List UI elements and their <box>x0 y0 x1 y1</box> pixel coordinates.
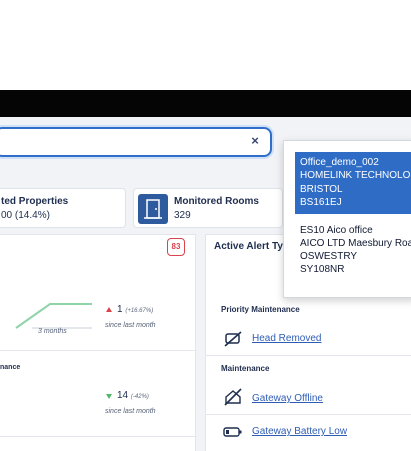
sparkline-period-label: 3 months <box>38 328 67 335</box>
gateway-offline-icon <box>223 388 243 411</box>
dropdown-option-line[interactable]: SY108NR <box>300 264 344 276</box>
trend-since-label: since last month <box>105 408 156 415</box>
dropdown-option-line[interactable]: BS161EJ <box>300 197 342 209</box>
door-icon <box>138 194 168 224</box>
section-title: nance <box>0 364 21 371</box>
trend-since-label: since last month <box>105 322 156 329</box>
trend-up-icon <box>106 307 112 312</box>
alert-link-gateway-battery-low[interactable]: Gateway Battery Low <box>252 426 347 437</box>
kpi-title: ted Properties <box>1 196 69 207</box>
trend-value: 1 (+16.67%) <box>117 304 154 315</box>
battery-low-icon <box>223 425 243 443</box>
top-app-bar <box>0 90 411 117</box>
monitored-rooms-card: Monitored Rooms 329 <box>133 188 283 228</box>
head-removed-icon <box>223 330 243 353</box>
dropdown-option-line[interactable]: HOMELINK TECHNOLO <box>300 170 410 182</box>
clear-search-icon[interactable]: × <box>248 134 262 148</box>
alert-count-badge[interactable]: 83 <box>167 238 185 256</box>
alert-group-label: Maintenance <box>221 364 270 373</box>
dropdown-option-line[interactable]: AICO LTD Maesbury Roa <box>300 238 411 250</box>
alert-group-label: Priority Maintenance <box>221 305 300 314</box>
alerts-summary-panel <box>0 234 196 451</box>
panel-divider <box>0 436 196 437</box>
alert-link-gateway-offline[interactable]: Gateway Offline <box>252 393 323 404</box>
trend-value: 14 (-42%) <box>117 390 149 401</box>
dropdown-option-line[interactable]: Office_demo_002 <box>300 157 379 169</box>
panel-divider <box>205 355 411 356</box>
property-search-input[interactable] <box>0 127 272 157</box>
panel-divider <box>0 350 196 351</box>
alert-link-head-removed[interactable]: Head Removed <box>252 333 321 344</box>
kpi-value: 00 (14.4%) <box>1 210 50 221</box>
monitored-properties-card: ted Properties 00 (14.4%) <box>0 188 126 228</box>
dropdown-option-line[interactable]: ES10 Aico office <box>300 225 373 237</box>
panel-title: Active Alert Ty <box>214 241 283 252</box>
kpi-value: 329 <box>174 210 191 221</box>
dropdown-option-line[interactable]: BRISTOL <box>300 184 343 196</box>
kpi-title: Monitored Rooms <box>174 196 259 207</box>
trend-down-icon <box>106 394 112 399</box>
dropdown-option-line[interactable]: OSWESTRY <box>300 251 357 263</box>
top-blank-area <box>0 0 411 90</box>
panel-divider <box>205 414 411 415</box>
